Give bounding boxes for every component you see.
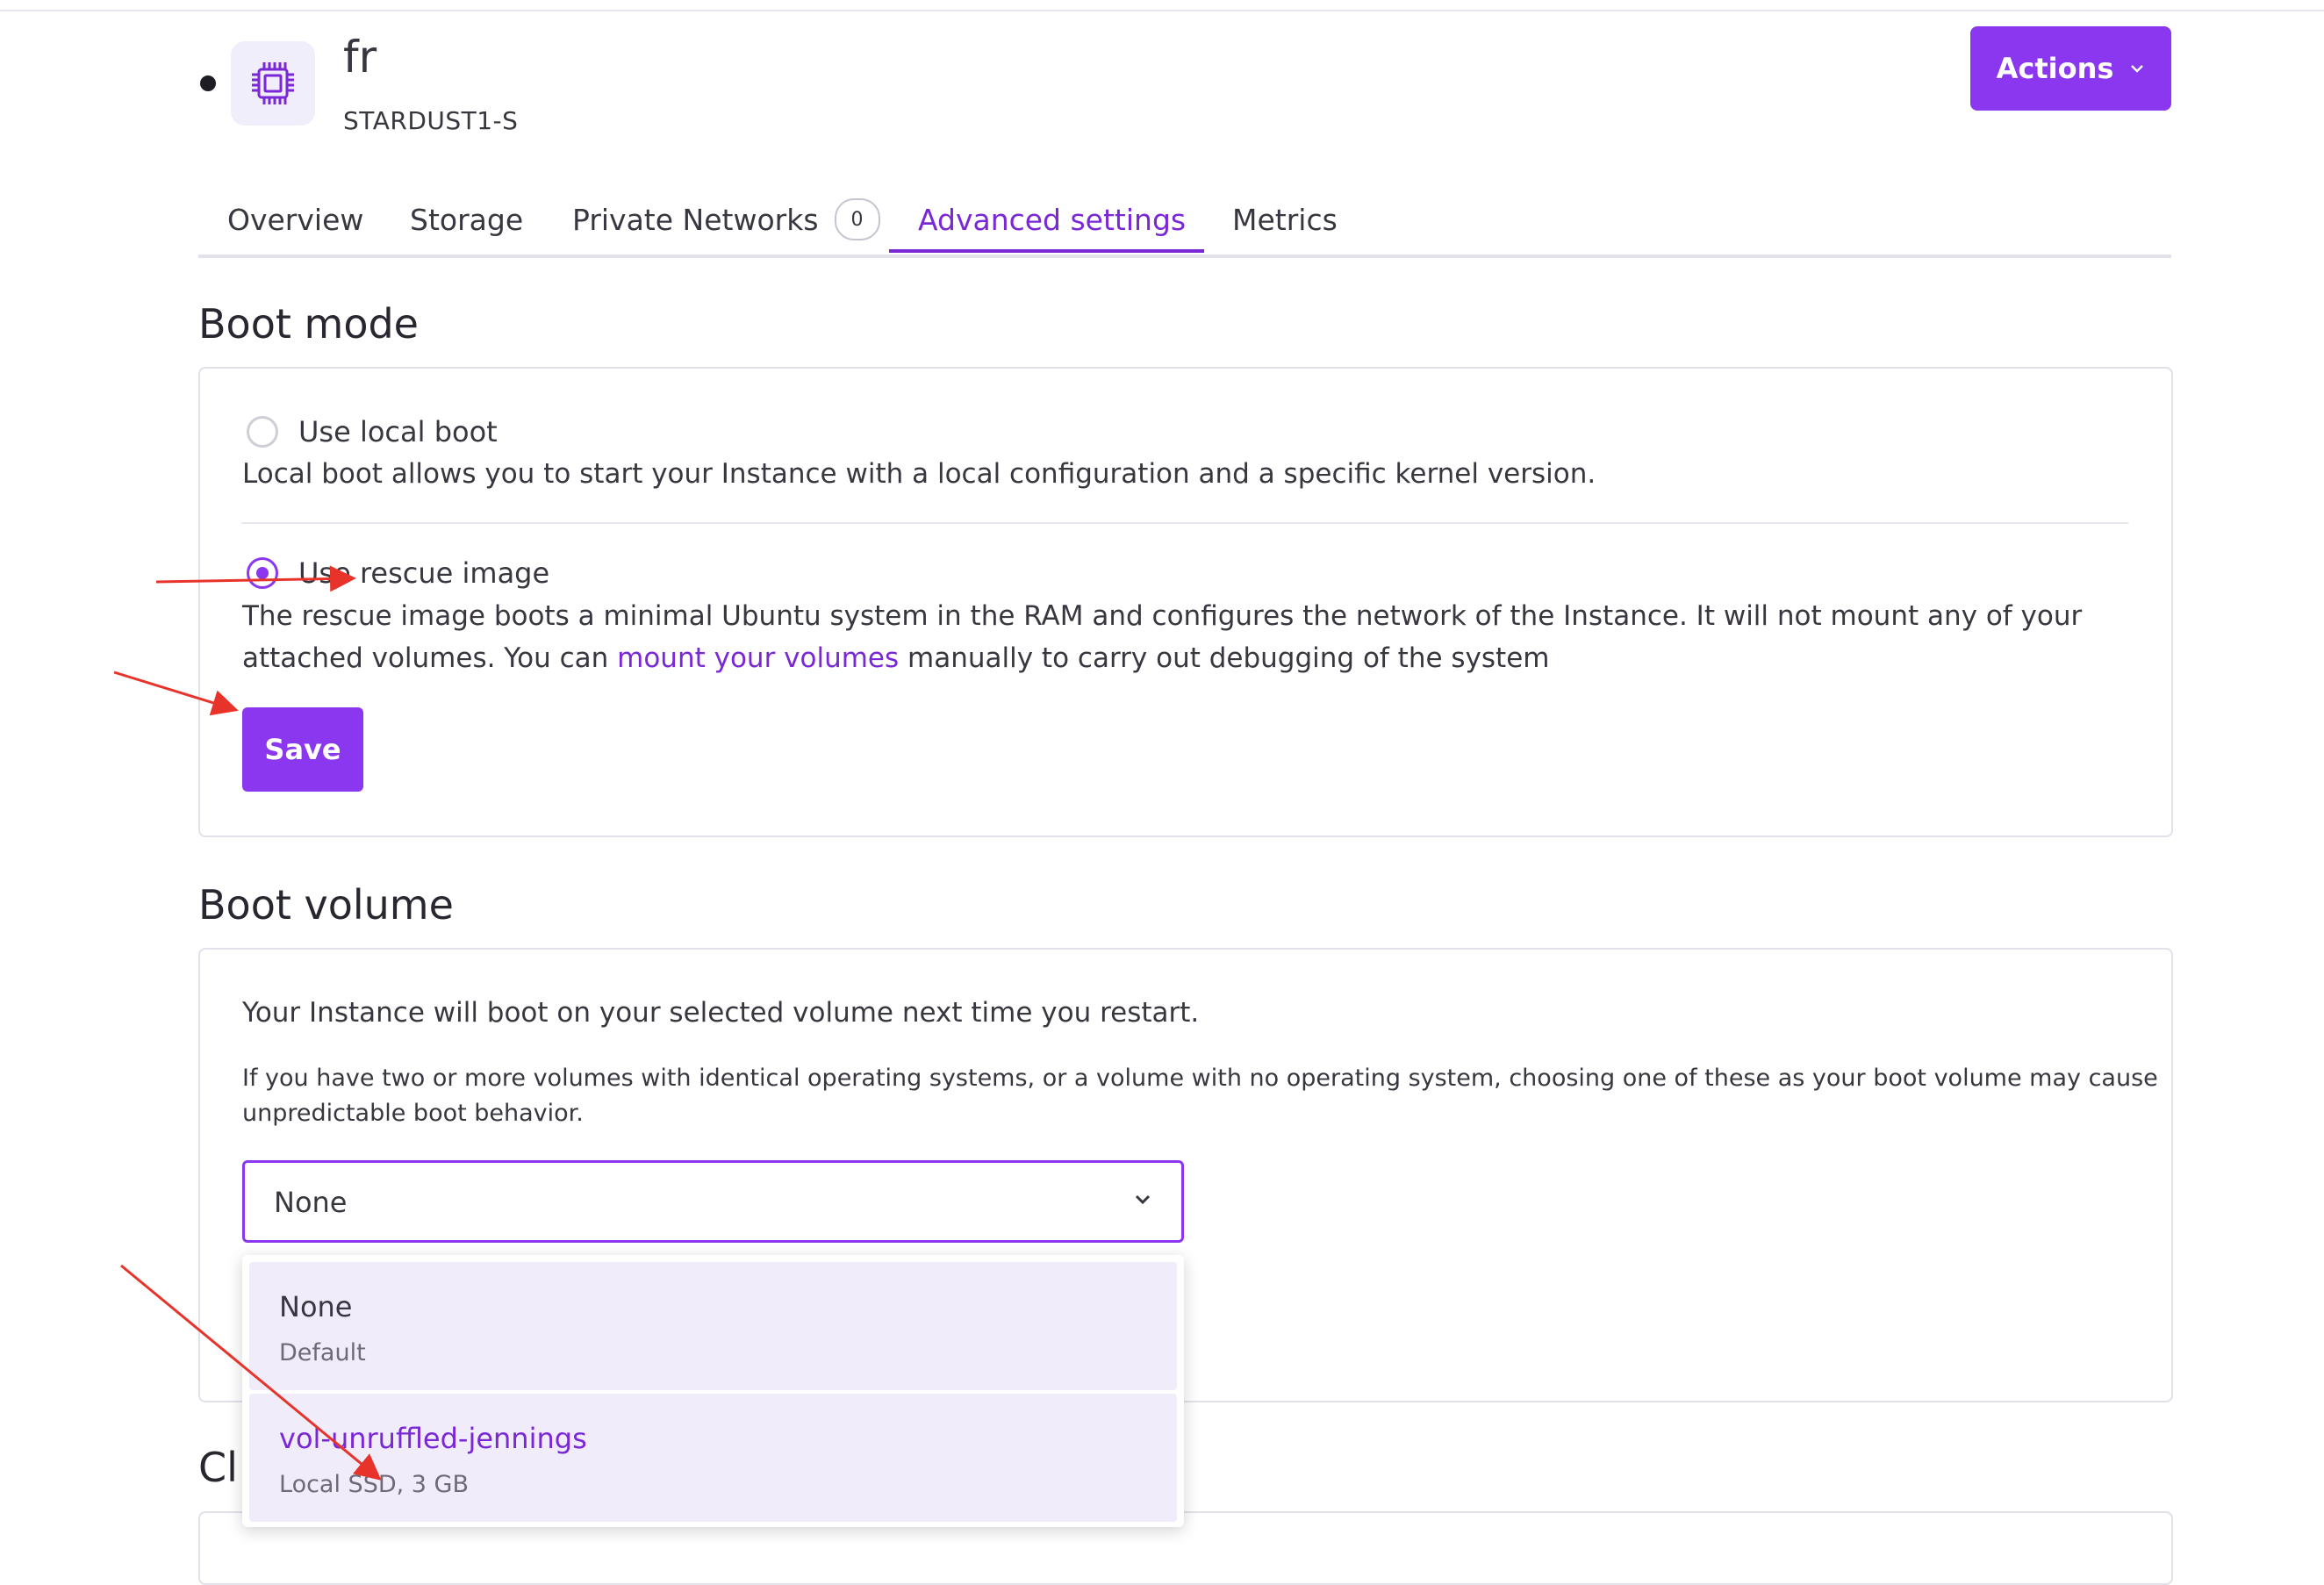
actions-button[interactable]: Actions	[1970, 26, 2171, 111]
option-subtitle: Local SSD, 3 GB	[279, 1471, 469, 1498]
dropdown-option-none[interactable]: None Default	[249, 1262, 1177, 1390]
instance-name: fr	[343, 32, 377, 82]
tab-label: Advanced settings	[918, 202, 1187, 237]
description-text: manually to carry out debugging of the s…	[899, 642, 1550, 674]
mount-volumes-link[interactable]: mount your volumes	[617, 642, 899, 674]
tab-advanced-settings[interactable]: Advanced settings	[918, 184, 1186, 255]
boot-volume-dropdown-menu: None Default vol-unruffled-jennings Loca…	[242, 1255, 1184, 1527]
tab-label: Storage	[410, 202, 524, 237]
tab-label: Private Networks	[572, 202, 819, 237]
boot-mode-title: Boot mode	[198, 300, 419, 348]
local-boot-description: Local boot allows you to start your Inst…	[242, 458, 1596, 490]
select-value: None	[274, 1186, 348, 1219]
boot-volume-warning-line1: If you have two or more volumes with ide…	[242, 1065, 2158, 1092]
count-badge: 0	[834, 198, 880, 240]
option-subtitle: Default	[279, 1339, 366, 1366]
rescue-image-radio[interactable]	[247, 557, 278, 589]
chevron-down-icon	[2131, 65, 2144, 73]
tab-metrics[interactable]: Metrics	[1232, 184, 1338, 255]
boot-volume-info: Your Instance will boot on your selected…	[242, 997, 1200, 1029]
tab-overview[interactable]: Overview	[227, 184, 363, 255]
option-title: None	[279, 1290, 353, 1323]
tab-storage[interactable]: Storage	[410, 184, 523, 255]
cpu-chip-icon	[231, 41, 315, 126]
description-text: attached volumes. You can	[242, 642, 618, 674]
status-dot-icon	[200, 75, 216, 91]
boot-volume-select[interactable]: None	[242, 1160, 1184, 1243]
instance-type: STARDUST1-S	[343, 106, 519, 135]
rescue-image-description-line1: The rescue image boots a minimal Ubuntu …	[242, 600, 2083, 632]
top-border	[0, 10, 2324, 11]
active-tab-indicator	[889, 249, 1204, 253]
dropdown-option-volume[interactable]: vol-unruffled-jennings Local SSD, 3 GB	[249, 1394, 1177, 1522]
local-boot-label[interactable]: Use local boot	[298, 415, 498, 448]
boot-volume-title: Boot volume	[198, 881, 454, 929]
rescue-image-label[interactable]: Use rescue image	[298, 556, 549, 590]
chevron-down-icon	[1135, 1194, 1151, 1205]
tab-private-networks[interactable]: Private Networks 0	[572, 184, 880, 255]
next-section-title: Cl	[198, 1444, 238, 1491]
actions-label: Actions	[1996, 52, 2114, 85]
rescue-image-description-line2: attached volumes. You can mount your vol…	[242, 637, 1549, 679]
tab-bar: Overview Storage Private Networks 0 Adva…	[198, 184, 2171, 258]
tab-label: Overview	[227, 202, 364, 237]
boot-volume-warning-line2: unpredictable boot behavior.	[242, 1100, 584, 1127]
save-button[interactable]: Save	[242, 707, 363, 792]
local-boot-radio[interactable]	[247, 416, 278, 448]
tab-label: Metrics	[1232, 202, 1338, 237]
option-divider	[241, 522, 2128, 524]
option-title: vol-unruffled-jennings	[279, 1422, 587, 1455]
